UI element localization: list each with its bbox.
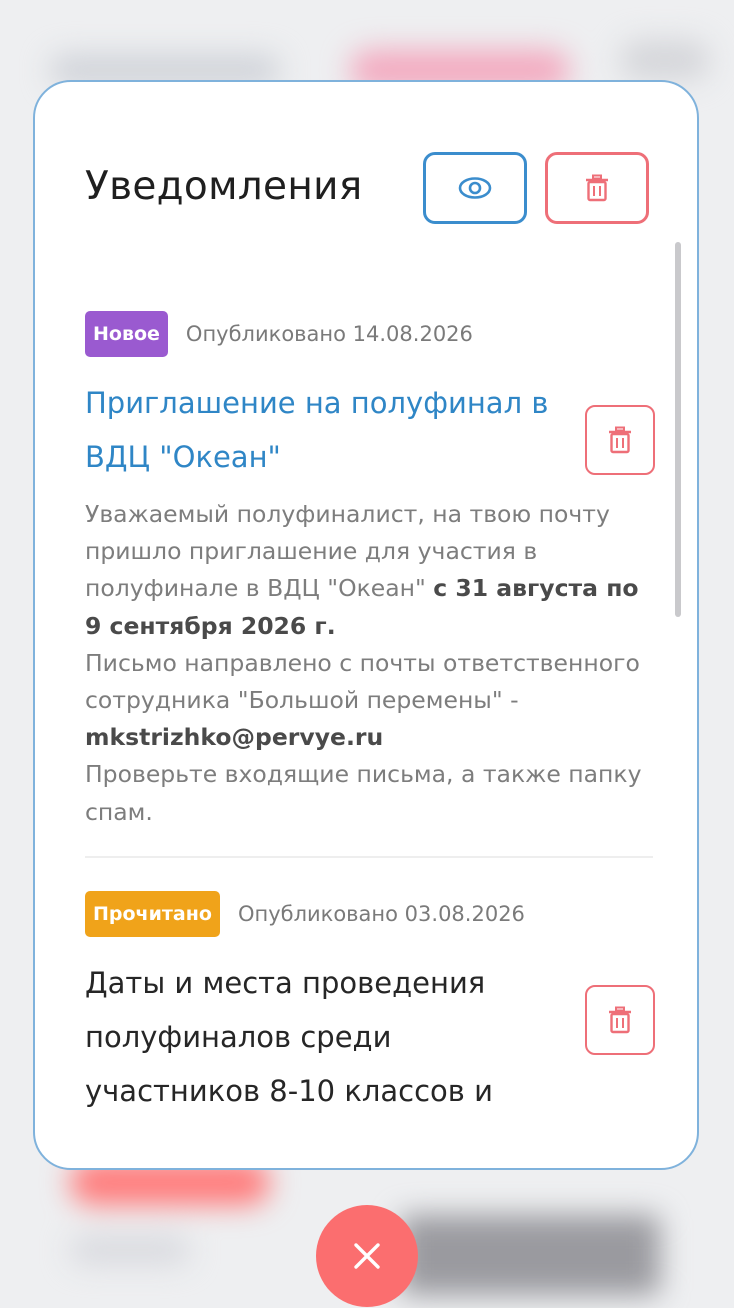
notification-item: Новое Опубликовано 14.08.2026 Приглашени… [85,310,655,831]
trash-icon [609,426,631,454]
trash-icon [609,1006,631,1034]
close-icon [354,1243,380,1269]
dialog-title: Уведомления [85,164,363,209]
delete-notification-button[interactable] [585,405,655,475]
notification-item: Прочитано Опубликовано 03.08.2026 Даты и… [85,890,655,1118]
notification-meta: Новое Опубликовано 14.08.2026 [85,310,655,358]
notifications-dialog: Уведомления Новое Опубликовано 14.08.202… [33,80,699,1170]
body-text: Проверьте входящие письма, а также папку… [85,760,642,826]
notification-title[interactable]: Приглашение на полуфинал в ВДЦ "Океан" [85,376,555,484]
scrollbar-thumb[interactable] [675,242,681,617]
eye-icon [458,177,492,199]
status-badge: Новое [85,311,168,357]
mark-all-read-button[interactable] [423,152,527,224]
delete-all-button[interactable] [545,152,649,224]
delete-notification-button[interactable] [585,985,655,1055]
body-email: mkstrizhko@pervye.ru [85,723,384,752]
body-text: Письмо направлено с почты ответственного… [85,648,640,715]
divider [85,856,653,858]
trash-icon [586,174,608,202]
published-date: Опубликовано 14.08.2026 [185,322,473,346]
notification-title[interactable]: Даты и места проведения полуфиналов сред… [85,956,555,1118]
close-button[interactable] [316,1205,418,1307]
status-badge: Прочитано [85,891,220,937]
notification-meta: Прочитано Опубликовано 03.08.2026 [85,890,655,938]
notification-body: Уважаемый полуфиналист, на твою почту пр… [85,496,645,831]
published-date: Опубликовано 03.08.2026 [237,902,525,926]
